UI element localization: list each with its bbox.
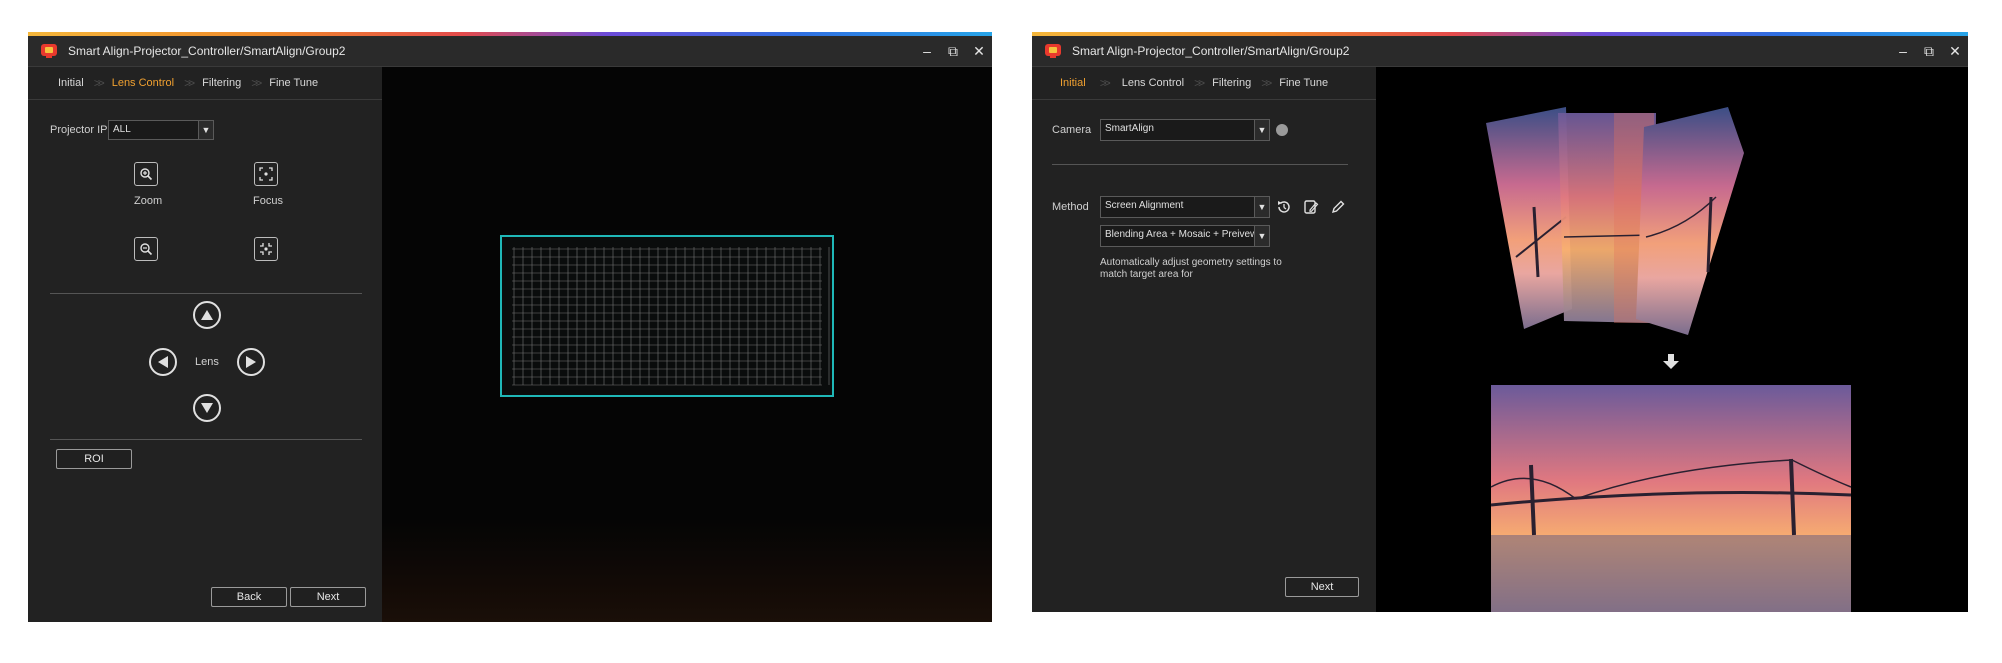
step-lens-control[interactable]: Lens Control — [1122, 77, 1184, 89]
camera-select[interactable]: SmartAlign ▼ — [1100, 119, 1270, 141]
chevron-down-icon: ▼ — [1254, 226, 1269, 246]
zoom-in-icon — [140, 168, 153, 181]
edit-document-icon[interactable] — [1302, 198, 1320, 216]
ambient-glow — [382, 522, 992, 622]
lens-right-button[interactable] — [237, 348, 265, 376]
right-window: Smart Align-Projector_Controller/SmartAl… — [1032, 32, 1968, 612]
blending-select[interactable]: Blending Area + Mosaic + Preivew ▼ — [1100, 225, 1270, 247]
close-icon[interactable]: ✕ — [1942, 43, 1968, 60]
camera-status-icon — [1276, 124, 1288, 136]
control-panel: Initial >> Lens Control >> Filtering >> … — [28, 67, 382, 622]
divider — [1052, 164, 1348, 165]
step-separator-icon: >> — [1261, 76, 1272, 90]
title-bar: Smart Align-Projector_Controller/SmartAl… — [1032, 36, 1968, 67]
lens-down-button[interactable] — [193, 394, 221, 422]
app-logo-icon — [1044, 43, 1062, 59]
step-fine-tune[interactable]: Fine Tune — [1279, 77, 1328, 89]
window-title: Smart Align-Projector_Controller/SmartAl… — [1072, 44, 1350, 58]
chevron-down-icon: ▼ — [198, 121, 213, 139]
triangle-right-icon — [246, 356, 256, 368]
step-initial[interactable]: Initial — [1060, 77, 1086, 89]
minimize-icon[interactable]: – — [914, 43, 940, 59]
method-description: Automatically adjust geometry settings t… — [1100, 257, 1282, 280]
step-initial[interactable]: Initial — [58, 77, 84, 89]
focus-near-button[interactable] — [254, 162, 278, 186]
projector-ip-select[interactable]: ALL ▼ — [108, 120, 214, 140]
focus-label: Focus — [253, 195, 283, 207]
pencil-icon[interactable] — [1329, 198, 1347, 216]
roi-button[interactable]: ROI — [56, 449, 132, 469]
step-separator-icon: >> — [184, 76, 195, 90]
triangle-down-icon — [201, 403, 213, 413]
app-logo-icon — [40, 43, 58, 59]
left-window: Smart Align-Projector_Controller/SmartAl… — [28, 32, 992, 622]
method-value: Screen Alignment — [1105, 200, 1184, 211]
divider — [50, 293, 362, 294]
focus-far-button[interactable] — [254, 237, 278, 261]
zoom-out-icon — [140, 243, 153, 256]
minimize-icon[interactable]: – — [1890, 43, 1916, 59]
chevron-down-icon: ▼ — [1254, 197, 1269, 217]
step-separator-icon: >> — [1099, 76, 1111, 90]
projector-ip-label: Projector IP — [50, 124, 108, 136]
camera-label: Camera — [1052, 124, 1092, 136]
zoom-label: Zoom — [134, 195, 163, 207]
camera-value: SmartAlign — [1105, 123, 1154, 134]
camera-preview — [382, 67, 992, 622]
focus-collapse-icon — [260, 243, 272, 255]
method-label: Method — [1052, 201, 1089, 213]
restore-icon[interactable]: ⧉ — [1916, 43, 1942, 60]
restore-icon[interactable]: ⧉ — [940, 43, 966, 60]
alignment-illustration — [1486, 107, 1852, 612]
next-button[interactable]: Next — [1285, 577, 1359, 597]
next-button[interactable]: Next — [290, 587, 366, 607]
title-bar: Smart Align-Projector_Controller/SmartAl… — [28, 36, 992, 67]
back-button[interactable]: Back — [211, 587, 287, 607]
step-filtering[interactable]: Filtering — [1212, 77, 1251, 89]
preview-area — [1376, 67, 1968, 612]
step-lens-control[interactable]: Lens Control — [112, 77, 174, 89]
step-separator-icon: >> — [1194, 76, 1205, 90]
merged-output-image — [1490, 385, 1852, 612]
projector-ip-value: ALL — [113, 124, 131, 135]
step-breadcrumb: Initial >> Lens Control >> Filtering >> … — [28, 67, 382, 100]
blending-value: Blending Area + Mosaic + Preivew — [1105, 229, 1258, 240]
triangle-up-icon — [201, 310, 213, 320]
close-icon[interactable]: ✕ — [966, 43, 992, 60]
step-separator-icon: >> — [251, 76, 262, 90]
divider — [50, 439, 362, 440]
reset-icon[interactable] — [1275, 198, 1293, 216]
triangle-left-icon — [158, 356, 168, 368]
window-title: Smart Align-Projector_Controller/SmartAl… — [68, 44, 346, 58]
zoom-in-button[interactable] — [134, 162, 158, 186]
step-breadcrumb: Initial >> Lens Control >> Filtering >> … — [1032, 67, 1376, 100]
step-separator-icon: >> — [93, 76, 105, 90]
chevron-down-icon: ▼ — [1254, 120, 1269, 140]
zoom-out-button[interactable] — [134, 237, 158, 261]
lens-left-button[interactable] — [149, 348, 177, 376]
control-panel: Initial >> Lens Control >> Filtering >> … — [1032, 67, 1376, 612]
right-projection-panel — [1636, 107, 1744, 335]
method-select[interactable]: Screen Alignment ▼ — [1100, 196, 1270, 218]
grid-pattern — [500, 235, 834, 397]
step-filtering[interactable]: Filtering — [202, 77, 241, 89]
lens-up-button[interactable] — [193, 301, 221, 329]
focus-expand-icon — [259, 167, 273, 181]
lens-label: Lens — [195, 356, 219, 368]
step-fine-tune[interactable]: Fine Tune — [269, 77, 318, 89]
down-arrow-icon — [1663, 354, 1679, 369]
